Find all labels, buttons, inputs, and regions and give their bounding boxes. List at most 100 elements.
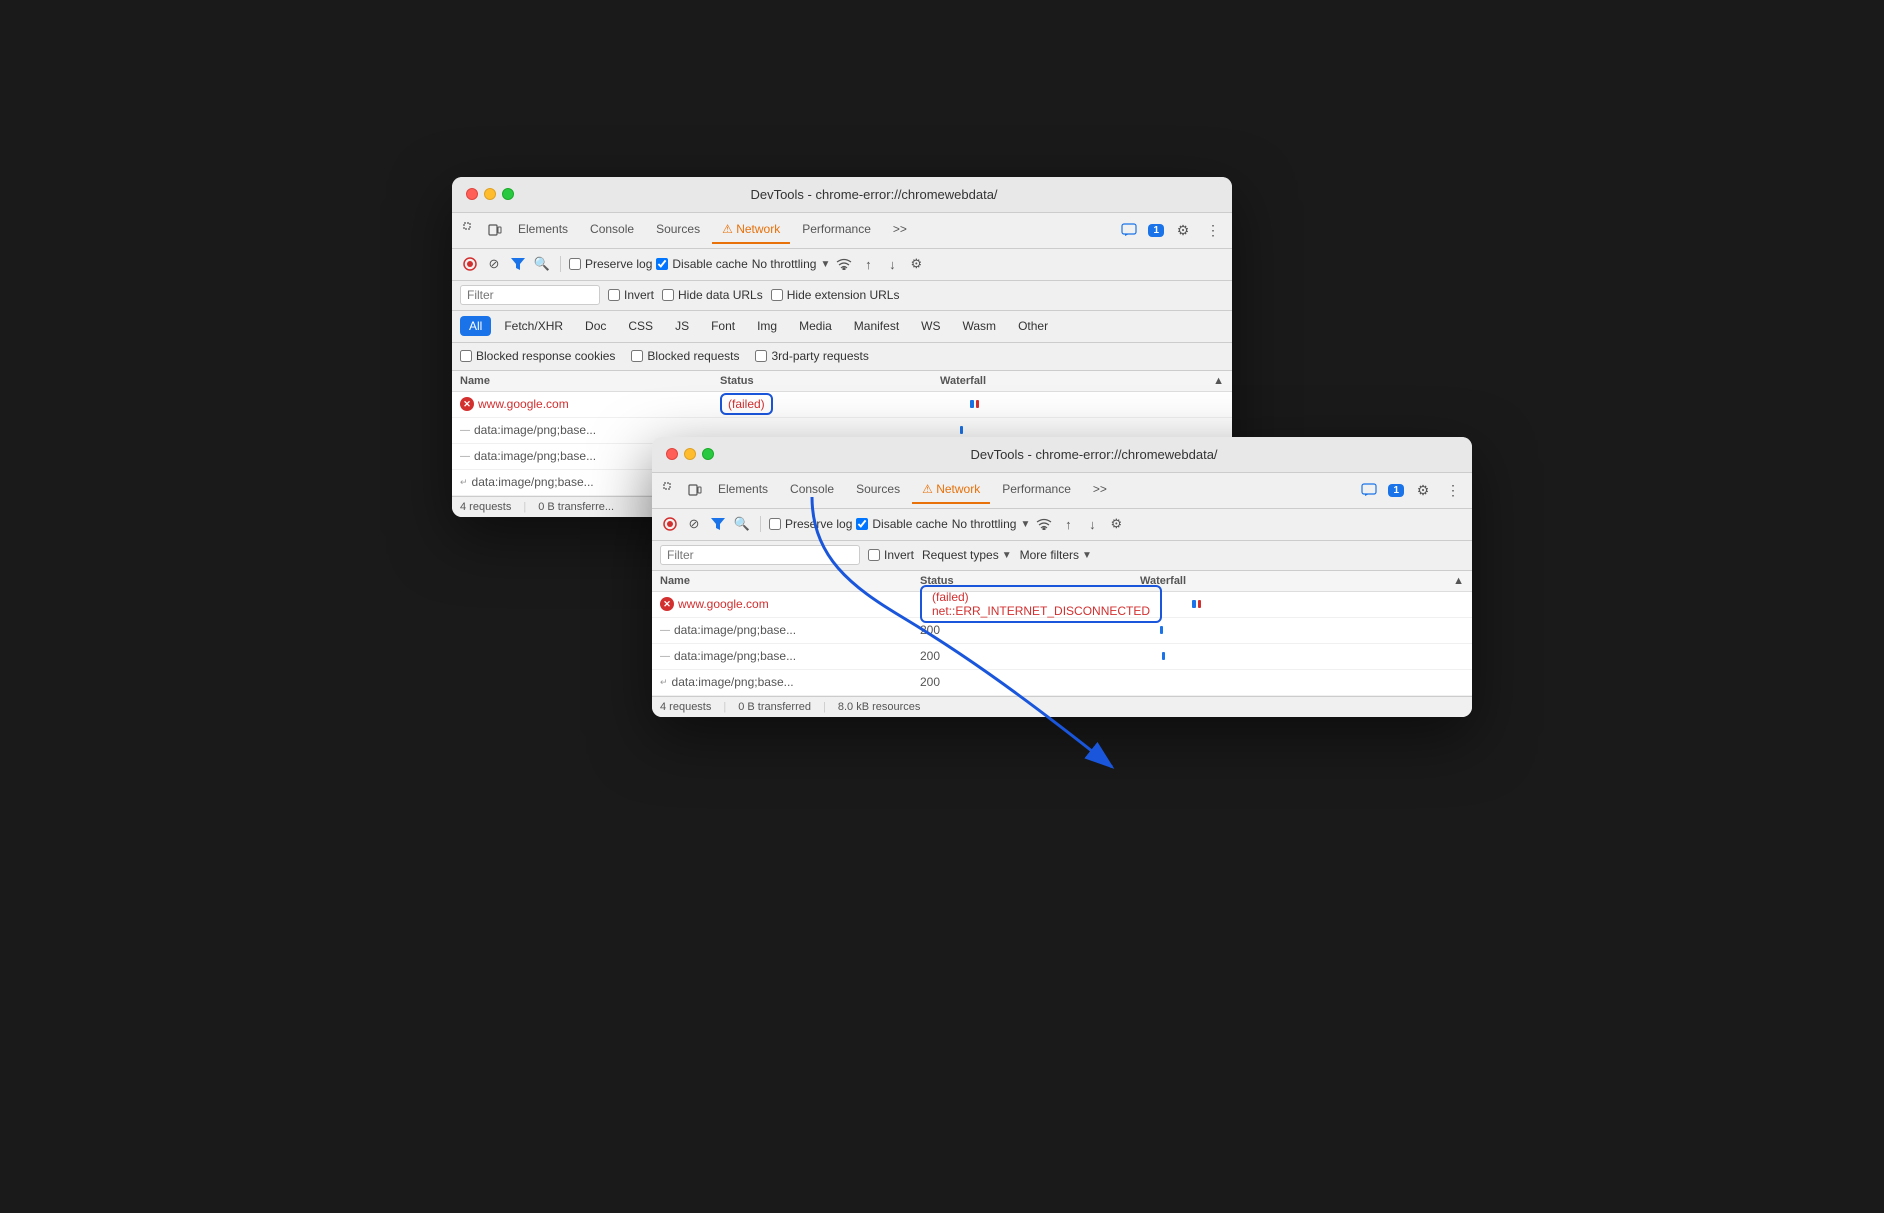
preserve-log-label-front[interactable]: Preserve log: [769, 517, 852, 531]
preserve-log-checkbox-front[interactable]: [769, 518, 781, 530]
device-tool-icon[interactable]: [484, 219, 506, 241]
table-row-front[interactable]: ↵ data:image/png;base... 200: [652, 670, 1472, 696]
close-button-front[interactable]: [666, 448, 678, 460]
upload-icon-front[interactable]: ↑: [1058, 514, 1078, 534]
tab-sources-front[interactable]: Sources: [846, 476, 910, 504]
minimize-button-front[interactable]: [684, 448, 696, 460]
filter-icon[interactable]: [508, 254, 528, 274]
blocked-cookies-label[interactable]: Blocked response cookies: [460, 349, 615, 363]
invert-checkbox[interactable]: [608, 289, 620, 301]
blocked-cookies-checkbox[interactable]: [460, 350, 472, 362]
pill-js[interactable]: JS: [666, 316, 698, 336]
pill-font[interactable]: Font: [702, 316, 744, 336]
download-icon-front[interactable]: ↓: [1082, 514, 1102, 534]
messages-icon[interactable]: [1118, 219, 1140, 241]
transferred-size-front: 0 B transferred: [738, 701, 811, 713]
invert-label[interactable]: Invert: [608, 288, 654, 302]
tab-console-front[interactable]: Console: [780, 476, 844, 504]
tab-performance-front[interactable]: Performance: [992, 476, 1081, 504]
more-options-icon[interactable]: ⋮: [1202, 219, 1224, 241]
blocked-requests-label[interactable]: Blocked requests: [631, 349, 739, 363]
request-types-arrow: ▼: [1002, 550, 1012, 561]
pill-media[interactable]: Media: [790, 316, 841, 336]
tab-console[interactable]: Console: [580, 216, 644, 244]
tab-network[interactable]: ⚠ Network: [712, 216, 790, 244]
tab-sources[interactable]: Sources: [646, 216, 710, 244]
network-settings-icon-front[interactable]: ⚙: [1106, 514, 1126, 534]
third-party-checkbox[interactable]: [755, 350, 767, 362]
pill-css[interactable]: CSS: [619, 316, 662, 336]
messages-icon-front[interactable]: [1358, 479, 1380, 501]
more-options-icon-front[interactable]: ⋮: [1442, 479, 1464, 501]
disable-cache-checkbox[interactable]: [656, 258, 668, 270]
wifi-icon[interactable]: [834, 254, 854, 274]
disable-cache-checkbox-front[interactable]: [856, 518, 868, 530]
throttle-select[interactable]: No throttling: [752, 257, 817, 271]
maximize-button[interactable]: [502, 188, 514, 200]
search-icon[interactable]: 🔍: [532, 254, 552, 274]
titlebar-back: DevTools - chrome-error://chromewebdata/: [452, 177, 1232, 213]
settings-icon-front[interactable]: ⚙: [1412, 479, 1434, 501]
search-icon-front[interactable]: 🔍: [732, 514, 752, 534]
clear-icon-front[interactable]: ⊘: [684, 514, 704, 534]
close-button[interactable]: [466, 188, 478, 200]
disable-cache-label-front[interactable]: Disable cache: [856, 517, 947, 531]
filter-icon-front[interactable]: [708, 514, 728, 534]
tab-network-front[interactable]: ⚠ Network: [912, 476, 990, 504]
record-icon[interactable]: [460, 254, 480, 274]
third-party-label[interactable]: 3rd-party requests: [755, 349, 868, 363]
row-status-1: (failed): [720, 393, 940, 415]
waterfall-bar-blue-front-2: [1160, 626, 1163, 634]
record-icon-front[interactable]: [660, 514, 680, 534]
row-name-front-3: — data:image/png;base...: [660, 649, 920, 663]
hide-extension-urls-label[interactable]: Hide extension URLs: [771, 288, 900, 302]
request-types-dropdown[interactable]: Request types ▼: [922, 548, 1012, 562]
blocked-requests-checkbox[interactable]: [631, 350, 643, 362]
row-status-front-3: 200: [920, 649, 1140, 663]
network-settings-icon[interactable]: ⚙: [906, 254, 926, 274]
upload-icon[interactable]: ↑: [858, 254, 878, 274]
tab-elements[interactable]: Elements: [508, 216, 578, 244]
invert-checkbox-front[interactable]: [868, 549, 880, 561]
tab-performance[interactable]: Performance: [792, 216, 881, 244]
tabs-right-back: 1 ⚙ ⋮: [1118, 219, 1224, 241]
hide-data-urls-checkbox[interactable]: [662, 289, 674, 301]
device-tool-icon-front[interactable]: [684, 479, 706, 501]
pill-wasm[interactable]: Wasm: [954, 316, 1006, 336]
disable-cache-label[interactable]: Disable cache: [656, 257, 747, 271]
devtools-window-front: DevTools - chrome-error://chromewebdata/…: [652, 437, 1472, 717]
minimize-button[interactable]: [484, 188, 496, 200]
tab-more[interactable]: >>: [883, 216, 917, 244]
pill-other[interactable]: Other: [1009, 316, 1057, 336]
cursor-tool-icon-front[interactable]: [660, 479, 682, 501]
pill-ws[interactable]: WS: [912, 316, 949, 336]
tab-more-front[interactable]: >>: [1083, 476, 1117, 504]
tabs-bar-back: Elements Console Sources ⚠ Network Perfo…: [452, 213, 1232, 249]
hide-extension-urls-checkbox[interactable]: [771, 289, 783, 301]
preserve-log-checkbox[interactable]: [569, 258, 581, 270]
pill-doc[interactable]: Doc: [576, 316, 615, 336]
throttle-select-front[interactable]: No throttling: [952, 517, 1017, 531]
settings-icon[interactable]: ⚙: [1172, 219, 1194, 241]
tab-elements-front[interactable]: Elements: [708, 476, 778, 504]
filter-input-back[interactable]: [460, 285, 600, 305]
pill-all[interactable]: All: [460, 316, 491, 336]
waterfall-bar-blue-front-3: [1162, 652, 1165, 660]
table-row-front[interactable]: — data:image/png;base... 200: [652, 644, 1472, 670]
pill-manifest[interactable]: Manifest: [845, 316, 908, 336]
clear-icon[interactable]: ⊘: [484, 254, 504, 274]
more-filters-dropdown[interactable]: More filters ▼: [1020, 548, 1092, 562]
download-icon[interactable]: ↓: [882, 254, 902, 274]
invert-label-front[interactable]: Invert: [868, 548, 914, 562]
table-row-front[interactable]: ✕ www.google.com (failed) net::ERR_INTER…: [652, 592, 1472, 618]
filter-input-front[interactable]: [660, 545, 860, 565]
hide-data-urls-label[interactable]: Hide data URLs: [662, 288, 763, 302]
preserve-log-label[interactable]: Preserve log: [569, 257, 652, 271]
requests-count: 4 requests: [460, 501, 511, 513]
pill-fetch-xhr[interactable]: Fetch/XHR: [495, 316, 572, 336]
table-row[interactable]: ✕ www.google.com (failed): [452, 392, 1232, 418]
cursor-tool-icon[interactable]: [460, 219, 482, 241]
wifi-icon-front[interactable]: [1034, 514, 1054, 534]
pill-img[interactable]: Img: [748, 316, 786, 336]
maximize-button-front[interactable]: [702, 448, 714, 460]
